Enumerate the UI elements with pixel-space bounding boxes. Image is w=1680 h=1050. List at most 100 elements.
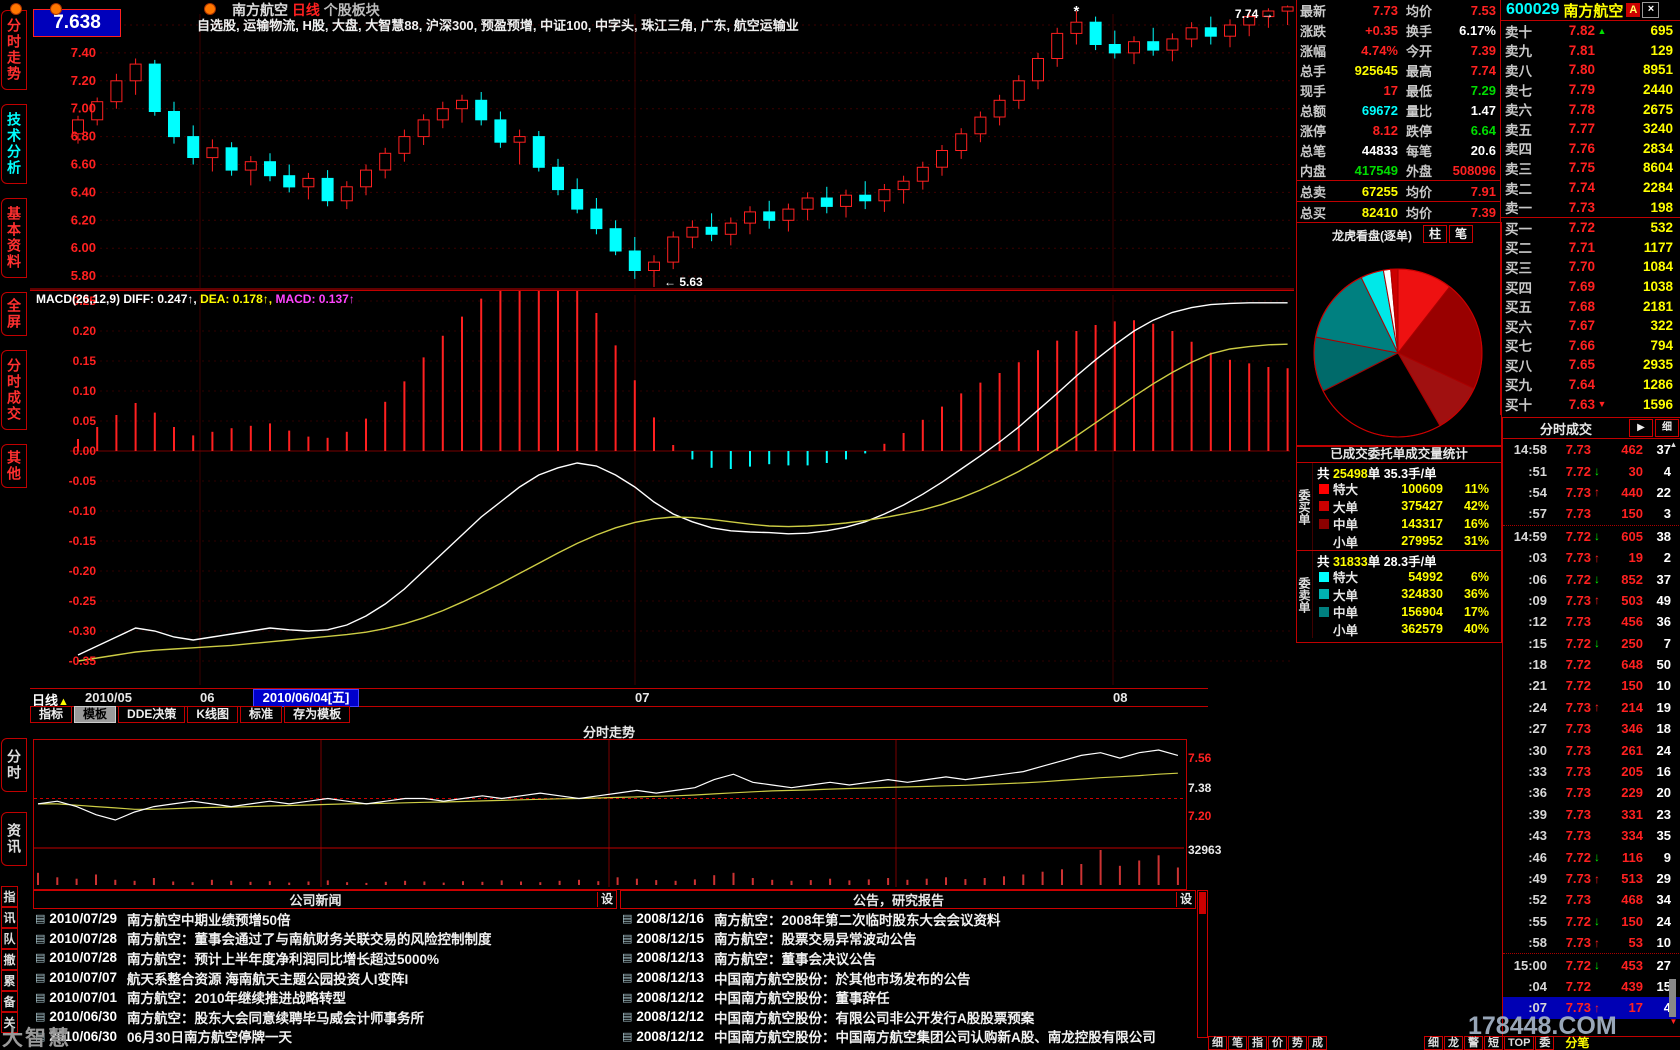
bottom-tab-a-0[interactable]: 细 [1208,1036,1227,1050]
tick-row[interactable]: :157.72↓2507 [1503,633,1680,654]
tick-row[interactable]: :587.73↑5310 [1503,932,1680,953]
buy-queue-row[interactable]: 买九7.641286 [1501,375,1680,395]
sidebar-item-0[interactable]: 分时走势 [1,10,27,90]
news-item[interactable]: ▤2010/07/07航天系整合资源 海南航天主题公园投资人I变阵I [33,968,617,988]
sidebar-item-5[interactable]: 其他 [1,444,27,488]
news-item[interactable]: ▤2010/07/28南方航空：预计上半年度净利润同比增长超过5000% [33,948,617,968]
sell-queue-row[interactable]: 卖三7.758604 [1501,158,1680,178]
tick-row[interactable]: :217.7215010 [1503,675,1680,696]
tick-row[interactable]: :127.7345636 [1503,611,1680,632]
gear-icon[interactable] [50,3,62,15]
macd-chart[interactable]: 0.250.200.150.100.050.00-0.05-0.10-0.15-… [30,290,1294,689]
tick-row[interactable]: :437.7333435 [1503,825,1680,846]
bottom-tab-a-3[interactable]: 价 [1268,1036,1287,1050]
sell-queue-row[interactable]: 卖五7.773240 [1501,119,1680,139]
mini-tab-2[interactable]: 队 [1,928,18,949]
news-item[interactable]: ▤2008/12/12中国南方航空股份：有限公司非公开发行A股股票预案 [620,1007,1196,1027]
news-item[interactable]: ▤2010/07/01南方航空：2010年继续推进战略转型 [33,987,617,1007]
tick-row[interactable]: :187.7264850 [1503,654,1680,675]
tick-scrollbar[interactable]: ▲▼ [1668,440,1679,1032]
news-item[interactable]: ▤2008/12/12中国南方航空股份：中国南方航空集团公司认购新A股、南龙控股… [620,1027,1196,1047]
sell-queue-row[interactable]: 卖十7.82▲695 [1501,21,1680,41]
mini-tab-3[interactable]: 撤 [1,949,18,970]
bottom-tab-b-0[interactable]: 细 [1424,1036,1443,1050]
tick-row[interactable]: :307.7326124 [1503,739,1680,760]
tick-row[interactable]: :547.73↑44022 [1503,482,1680,503]
buy-queue-row[interactable]: 买三7.701084 [1501,257,1680,277]
mini-tab-1[interactable]: 讯 [1,907,18,928]
tick-row[interactable]: :247.73↑21419 [1503,697,1680,718]
timeline-bar[interactable]: 日线▲ 2010/06/04[五] 2010/05060708 [30,688,1208,707]
toolbar-tab-0[interactable]: 指标 [30,706,72,723]
sidebar-item-1[interactable]: 技术分析 [1,104,27,184]
sidebar-lower-1[interactable]: 资讯 [1,812,27,866]
buy-queue-row[interactable]: 买八7.652935 [1501,355,1680,375]
tick-row[interactable]: :527.7346834 [1503,889,1680,910]
tick-row[interactable]: :067.72↓85237 [1503,568,1680,589]
buy-queue-row[interactable]: 买六7.67322 [1501,316,1680,336]
toolbar-tab-5[interactable]: 存为模板 [284,706,350,723]
kline-chart[interactable]: 7.607.407.207.006.806.606.406.206.005.80… [30,0,1294,290]
sell-queue-row[interactable]: 卖八7.808951 [1501,60,1680,80]
tick-row[interactable]: 14:597.72↓60538 [1503,525,1680,547]
pie-mode-button-0[interactable]: 柱 [1423,225,1447,243]
tick-row[interactable]: :277.7334618 [1503,718,1680,739]
pie-mode-button-1[interactable]: 笔 [1449,225,1473,243]
news-item[interactable]: ▤2008/12/16南方航空：2008年第二次临时股东大会会议资料 [620,909,1196,929]
tick-row[interactable]: :037.73↑192 [1503,547,1680,568]
scroll-up-icon[interactable]: ▲ [1668,440,1679,449]
selected-date[interactable]: 2010/06/04[五] [253,689,359,707]
toolbar-tab-1[interactable]: 模板 [74,706,116,723]
tick-row[interactable]: :557.72↓15024 [1503,911,1680,932]
tick-row[interactable]: :397.7333123 [1503,804,1680,825]
buy-queue-row[interactable]: 买四7.691038 [1501,277,1680,297]
news-item[interactable]: ▤2010/06/3006月30日南方航空停牌一天 [33,1027,617,1047]
toolbar-tab-3[interactable]: K线图 [187,706,238,723]
tick-row[interactable]: 14:587.7346237 [1503,439,1680,460]
board-tags[interactable]: 自选股, 运输物流, H股, 大盘, 大智慧88, 沪深300, 预盈预增, 中… [197,15,799,30]
scroll-track[interactable] [1668,449,1679,979]
sidebar-lower-0[interactable]: 分时 [1,738,27,792]
mini-tab-5[interactable]: 备 [1,991,18,1012]
toolbar-tab-2[interactable]: DDE决策 [118,706,185,723]
bottom-tab-a-2[interactable]: 指 [1248,1036,1267,1050]
settings-button[interactable]: 设 [597,892,616,907]
tick-row[interactable]: 15:007.72↓45327 [1503,953,1680,975]
expand-icon[interactable]: ▶ [1629,419,1653,437]
tick-row[interactable]: :467.72↓1169 [1503,846,1680,867]
buy-queue-row[interactable]: 买二7.711177 [1501,238,1680,258]
intraday-chart[interactable] [33,739,1187,890]
news-item[interactable]: ▤2008/12/12中国南方航空股份：董事辞任 [620,987,1196,1007]
tick-row[interactable]: :497.73↑51329 [1503,868,1680,889]
news-item[interactable]: ▤2008/12/13南方航空：董事会决议公告 [620,948,1196,968]
sell-queue-row[interactable]: 卖二7.742284 [1501,178,1680,198]
sidebar-item-4[interactable]: 分时成交 [1,350,27,430]
buy-queue-row[interactable]: 买七7.66794 [1501,336,1680,356]
settings-button[interactable]: 设 [1176,892,1195,907]
bottom-tab-a-4[interactable]: 势 [1288,1036,1307,1050]
buy-queue-row[interactable]: 买一7.72532 [1501,217,1680,238]
buy-queue-row[interactable]: 买十7.63▼1596 [1501,394,1680,414]
news-item[interactable]: ▤2008/12/15南方航空：股票交易异常波动公告 [620,929,1196,949]
tick-row[interactable]: :517.72↓304 [1503,460,1680,481]
sell-queue-row[interactable]: 卖六7.782675 [1501,99,1680,119]
sell-queue-row[interactable]: 卖一7.73198 [1501,197,1680,217]
toolbar-tab-4[interactable]: 标准 [240,706,282,723]
close-icon[interactable]: × [1642,2,1659,18]
news-scrollbar[interactable] [1197,890,1208,1038]
tick-row[interactable]: :047.7243915 [1503,976,1680,997]
news-item[interactable]: ▤2010/07/28南方航空：董事会通过了与南航财务关联交易的风险控制制度 [33,929,617,949]
tick-row[interactable]: :097.73↑50349 [1503,590,1680,611]
sell-queue-row[interactable]: 卖四7.762834 [1501,139,1680,159]
sell-queue-row[interactable]: 卖九7.81129 [1501,41,1680,61]
mini-tab-0[interactable]: 指 [1,886,18,907]
bottom-tab-a-1[interactable]: 笔 [1228,1036,1247,1050]
news-item[interactable]: ▤2010/06/30南方航空：股东大会同意续聘毕马威会计师事务所 [33,1007,617,1027]
scroll-down-icon[interactable]: ▼ [1668,1017,1679,1026]
buy-queue-row[interactable]: 买五7.682181 [1501,296,1680,316]
news-item[interactable]: ▤2010/07/29南方航空中期业绩预增50倍 [33,909,617,929]
bottom-tab-a-5[interactable]: 成 [1308,1036,1327,1050]
tick-row[interactable]: :367.7322920 [1503,782,1680,803]
mini-tab-4[interactable]: 累 [1,970,18,991]
sidebar-item-2[interactable]: 基本资料 [1,198,27,278]
